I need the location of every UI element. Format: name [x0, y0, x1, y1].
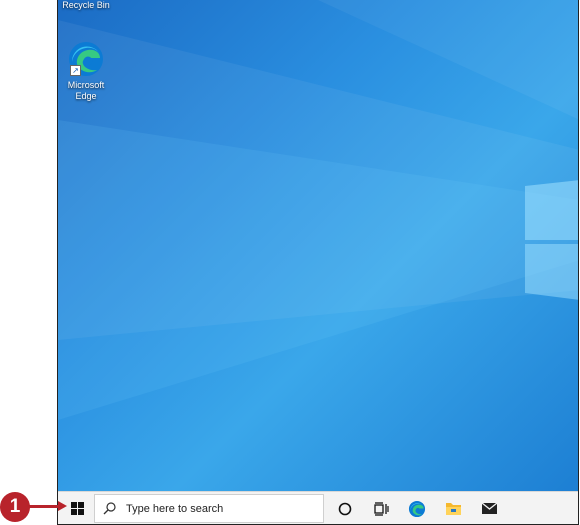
- cortana-icon: [338, 502, 352, 515]
- cortana-button[interactable]: [328, 492, 362, 524]
- edge-icon: ↗: [67, 40, 105, 78]
- mail-icon: [481, 502, 497, 514]
- search-icon: [103, 502, 116, 515]
- desktop[interactable]: Recycle Bin ↗ Microsoft Edge: [58, 0, 578, 491]
- taskbar: Type here to search: [58, 491, 578, 524]
- edge-icon: [408, 500, 426, 517]
- mail-button[interactable]: [472, 492, 506, 524]
- file-explorer-button[interactable]: [436, 492, 470, 524]
- recycle-bin-label: Recycle Bin: [62, 0, 110, 10]
- search-box[interactable]: Type here to search: [94, 494, 324, 523]
- edge-desktop-label: Microsoft Edge: [67, 80, 105, 101]
- callout-number: 1: [9, 496, 21, 517]
- windows-logo-icon: [70, 502, 84, 515]
- screen: Recycle Bin ↗ Microsoft Edge Type here t…: [57, 0, 579, 525]
- recycle-bin-desktop-icon[interactable]: Recycle Bin: [58, 0, 116, 11]
- task-view-icon: [373, 501, 389, 516]
- callout-arrow-icon: [58, 501, 67, 511]
- callout-line: [28, 505, 62, 508]
- shortcut-arrow-icon: ↗: [70, 65, 81, 76]
- edge-desktop-icon[interactable]: ↗ Microsoft Edge: [58, 40, 116, 102]
- wallpaper-art: [58, 0, 578, 420]
- edge-taskbar-button[interactable]: [400, 492, 434, 524]
- search-placeholder: Type here to search: [126, 502, 224, 515]
- step-callout: 1: [0, 492, 30, 522]
- file-explorer-icon: [445, 503, 461, 515]
- task-view-button[interactable]: [364, 492, 398, 524]
